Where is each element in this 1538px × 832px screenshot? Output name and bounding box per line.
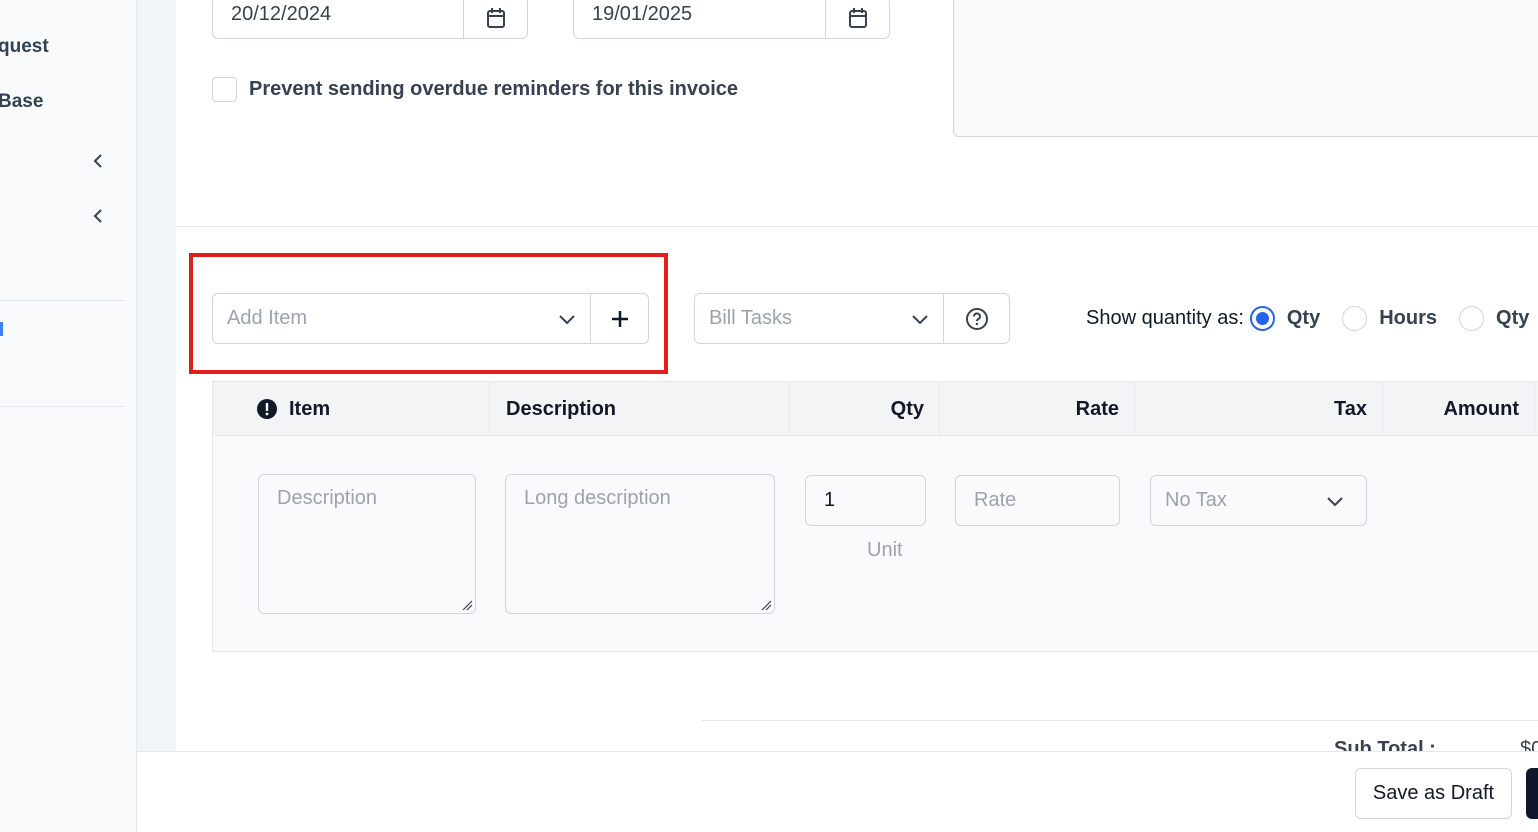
long-description-input[interactable]: Long description — [505, 474, 775, 614]
prevent-overdue-option[interactable]: Prevent sending overdue reminders for th… — [212, 77, 738, 102]
column-tax: Tax — [1135, 382, 1383, 436]
column-rate: Rate — [940, 382, 1135, 436]
item-description-input[interactable]: Description — [258, 474, 476, 614]
plus-icon — [611, 310, 628, 327]
table-header: Item Description Qty Rate Tax Amount — [213, 382, 1538, 436]
chevron-left-icon[interactable] — [90, 208, 106, 224]
tax-select[interactable]: No Tax — [1150, 475, 1367, 526]
radio-qty-label[interactable]: Qty — [1287, 307, 1320, 330]
long-description-placeholder: Long description — [524, 487, 671, 509]
sidebar-divider — [0, 406, 125, 407]
section-divider — [176, 226, 1538, 227]
save-button[interactable] — [1526, 768, 1538, 819]
bill-tasks-help-button[interactable] — [943, 294, 1009, 343]
column-amount: Amount — [1383, 382, 1535, 436]
notes-textarea[interactable] — [953, 0, 1538, 137]
add-item-button[interactable] — [590, 294, 648, 343]
column-description: Description — [490, 382, 790, 436]
invoice-date-field[interactable]: 20/12/2024 — [212, 0, 528, 39]
main-content: 20/12/2024 19/01/2025 Prevent sending ov… — [137, 0, 1538, 832]
save-as-draft-button[interactable]: Save as Draft — [1355, 768, 1512, 819]
invoice-date-input[interactable]: 20/12/2024 — [213, 0, 463, 38]
alert-icon — [257, 399, 277, 419]
column-item-label: Item — [289, 397, 331, 420]
chevron-left-icon[interactable] — [90, 153, 106, 169]
radio-hours[interactable] — [1342, 306, 1368, 331]
due-date-input[interactable]: 19/01/2025 — [574, 0, 825, 38]
show-quantity-group: Show quantity as: Qty Hours Qty — [1086, 306, 1529, 331]
radio-hours-label[interactable]: Hours — [1379, 307, 1437, 330]
add-item-select[interactable]: Add Item — [213, 294, 590, 343]
sidebar-item-request[interactable]: quest — [0, 36, 49, 58]
add-item-placeholder: Add Item — [227, 307, 308, 329]
chevron-down-icon — [1327, 496, 1343, 506]
chevron-down-icon — [912, 314, 928, 324]
resize-grip-icon[interactable] — [461, 599, 473, 611]
qty-input[interactable]: 1 — [805, 475, 926, 526]
radio-qty-hours-label[interactable]: Qty — [1496, 307, 1529, 330]
radio-qty[interactable] — [1249, 306, 1275, 331]
bill-tasks-select[interactable]: Bill Tasks — [695, 294, 943, 343]
sidebar-active-indicator — [0, 322, 3, 336]
bill-tasks-placeholder: Bill Tasks — [709, 307, 792, 329]
chevron-down-icon — [559, 314, 575, 324]
prevent-overdue-checkbox[interactable] — [212, 77, 237, 102]
invoice-form-card: 20/12/2024 19/01/2025 Prevent sending ov… — [176, 0, 1538, 760]
show-quantity-label: Show quantity as: — [1086, 307, 1244, 329]
help-circle-icon — [965, 307, 988, 330]
column-qty: Qty — [790, 382, 940, 436]
sidebar-divider — [0, 300, 125, 301]
calendar-button[interactable] — [463, 0, 527, 38]
tax-select-value: No Tax — [1165, 489, 1227, 511]
sidebar: quest Base — [0, 0, 137, 832]
form-footer: Save as Draft — [137, 751, 1538, 832]
add-item-field[interactable]: Add Item — [212, 293, 649, 344]
items-table: Item Description Qty Rate Tax Amount Des… — [212, 381, 1538, 652]
due-date-field[interactable]: 19/01/2025 — [573, 0, 890, 39]
sidebar-item-knowledge-base[interactable]: Base — [0, 91, 43, 113]
calendar-icon — [486, 7, 505, 28]
calendar-button[interactable] — [825, 0, 889, 38]
column-item: Item — [213, 382, 490, 436]
radio-qty-hours[interactable] — [1459, 306, 1485, 331]
totals-divider — [702, 720, 1538, 721]
resize-grip-icon[interactable] — [760, 599, 772, 611]
bill-tasks-field[interactable]: Bill Tasks — [694, 293, 1010, 344]
prevent-overdue-label: Prevent sending overdue reminders for th… — [249, 78, 739, 100]
unit-placeholder[interactable]: Unit — [867, 539, 903, 562]
item-description-placeholder: Description — [277, 487, 378, 509]
calendar-icon — [848, 7, 867, 28]
rate-input[interactable]: Rate — [955, 475, 1120, 526]
